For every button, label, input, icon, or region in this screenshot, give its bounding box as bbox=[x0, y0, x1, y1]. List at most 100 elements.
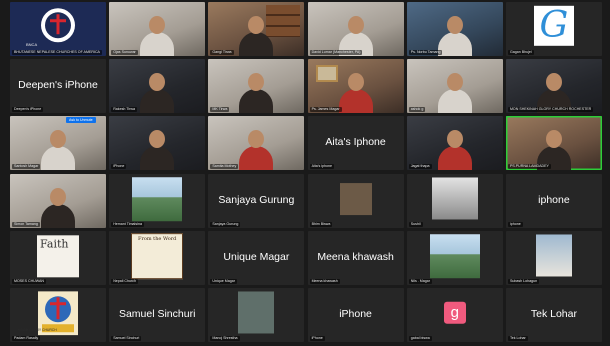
participant-tile[interactable]: Samita Mothey bbox=[208, 116, 305, 171]
participant-name-label: Jagat thapa bbox=[408, 164, 432, 170]
profile-photo bbox=[431, 177, 478, 220]
book-caption: From the Word bbox=[137, 235, 177, 242]
participant-tile-active-speaker[interactable]: PS.PURNA LAMDADEY bbox=[505, 116, 602, 171]
participant-tile[interactable]: MK Tirwa bbox=[208, 59, 305, 114]
participant-name-label: Samita Mothey bbox=[210, 164, 239, 170]
participant-tile[interactable]: Tek Lohar Tek Lohar bbox=[505, 287, 602, 342]
ask-to-unmute-badge[interactable]: Ask to Unmute bbox=[66, 117, 96, 124]
participant-name-label: Subash Lohagun bbox=[507, 278, 540, 284]
participant-tile[interactable]: Nils . Magar bbox=[406, 230, 503, 285]
participant-name-label: Deepen's iPhone bbox=[12, 107, 44, 113]
participant-name-label: Padam Rasaily bbox=[12, 335, 41, 341]
participant-video bbox=[239, 89, 274, 114]
participant-tile[interactable]: Bhim Biswa bbox=[307, 173, 404, 228]
participant-video bbox=[437, 32, 472, 56]
participant-name-label: iPhone bbox=[309, 335, 325, 341]
bookshelf bbox=[266, 5, 301, 37]
profile-photo bbox=[429, 233, 480, 278]
participant-tile[interactable]: Meena khawash Meena khawash bbox=[307, 230, 404, 285]
profile-photo bbox=[339, 182, 372, 215]
participant-tile[interactable]: David Lumar (Manchester, PA) bbox=[307, 2, 404, 56]
participant-tile[interactable]: G Gagan Bhujel bbox=[505, 2, 602, 56]
gallery-view: BNCA BHUTANESE NEPALESE CHURCHES OF AMER… bbox=[10, 2, 602, 342]
participant-tile[interactable]: From the Word Nepali Church bbox=[109, 230, 206, 285]
participant-tile[interactable]: Jagat thapa bbox=[406, 116, 503, 171]
participant-tile[interactable]: Manoj Shrestha bbox=[208, 287, 305, 342]
participant-tile[interactable]: iphone iphone bbox=[505, 173, 602, 228]
participant-name-label: PS.PURNA LAMDADEY bbox=[507, 164, 551, 170]
profile-photo: Faith bbox=[37, 235, 79, 278]
participant-display-name: Tek Lohar bbox=[530, 307, 577, 320]
participant-tile[interactable]: Aita's Iphone Aita's iphone bbox=[307, 116, 404, 171]
participant-display-name: Meena khawash bbox=[317, 250, 394, 263]
participant-video bbox=[338, 89, 373, 114]
participant-name-label: Manoj Shrestha bbox=[210, 335, 240, 341]
participant-tile[interactable]: Sanjaya Gurung Sanjaya Gurung bbox=[208, 173, 305, 228]
participant-name-label: ashok g bbox=[408, 107, 426, 113]
participant-name-label: Aita's iphone bbox=[309, 164, 335, 170]
participant-name-label: Simon Tamang bbox=[12, 221, 40, 227]
participant-name-label: Sushil bbox=[408, 221, 423, 227]
participant-tile[interactable]: ashok g bbox=[406, 59, 503, 114]
participant-name-label: Ojas Sunuwar bbox=[111, 50, 138, 55]
participant-tile[interactable]: Ps. Norbu Tamang bbox=[406, 2, 503, 56]
participant-name-label: Samuel Sinchuri bbox=[111, 335, 142, 341]
participant-name-label: BHUTANESE NEPALESE CHURCHES OF AMERICA bbox=[12, 50, 102, 55]
participant-tile[interactable]: Sushil bbox=[406, 173, 503, 228]
participant-tile[interactable]: Gangi Tirwa bbox=[208, 2, 305, 56]
participant-video bbox=[437, 146, 472, 171]
participant-name-label: Rakesh Tirwa bbox=[111, 107, 137, 113]
participant-name-label: Nils . Magar bbox=[408, 278, 432, 284]
logo-caption: BNCA bbox=[26, 42, 38, 47]
participant-name-label: David Lumar (Manchester, PA) bbox=[309, 50, 363, 55]
participant-tile[interactable]: iPhone bbox=[109, 116, 206, 171]
profile-photo bbox=[535, 234, 572, 277]
participant-tile[interactable]: Unique Magar Unique Magar bbox=[208, 230, 305, 285]
logo-caption: KINAH GLORY CHURCH bbox=[18, 327, 57, 332]
participant-name-label: Unique Magar bbox=[210, 278, 237, 284]
participant-name-label: Bhim Biswa bbox=[309, 221, 333, 227]
participant-tile[interactable]: Faith MOSES CHUWAN bbox=[10, 230, 106, 285]
participant-name-label: Tek Lohar bbox=[507, 335, 528, 341]
participant-name-label: Nepali Church bbox=[111, 278, 138, 284]
church-logo-icon bbox=[41, 8, 75, 43]
participant-name-label: gabal biswa bbox=[408, 335, 432, 341]
participant-display-name: Sanjaya Gurung bbox=[218, 193, 295, 206]
participant-tile[interactable]: Deepen's iPhone Deepen's iPhone bbox=[10, 59, 106, 114]
participant-tile[interactable]: Simon Tamang bbox=[10, 173, 106, 228]
participant-name-label: iPhone bbox=[111, 164, 127, 170]
participant-tile[interactable]: Hemant Timalsina bbox=[109, 173, 206, 228]
avatar-g-icon: G bbox=[533, 5, 574, 46]
participant-tile[interactable]: g gabal biswa bbox=[406, 287, 503, 342]
participant-display-name: Deepen's iPhone bbox=[18, 79, 98, 92]
participant-video bbox=[140, 146, 175, 171]
participant-tile[interactable]: Rakesh Tirwa bbox=[109, 59, 206, 114]
participant-tile[interactable]: Subash Lohagun bbox=[505, 230, 602, 285]
participant-video bbox=[41, 203, 75, 228]
participant-tile[interactable]: KINAH GLORY CHURCH Padam Rasaily bbox=[10, 287, 106, 342]
wall-picture bbox=[315, 65, 338, 83]
participant-tile[interactable]: Ps. James Magar bbox=[307, 59, 404, 114]
participant-display-name: iPhone bbox=[339, 307, 372, 320]
profile-photo: From the Word bbox=[131, 232, 184, 279]
participant-video bbox=[140, 32, 175, 56]
faith-text: Faith bbox=[40, 237, 69, 251]
participant-tile[interactable]: BNCA BHUTANESE NEPALESE CHURCHES OF AMER… bbox=[10, 2, 106, 56]
participant-name-label: Ps. James Magar bbox=[309, 107, 342, 113]
participant-name-label: Gagan Bhujel bbox=[507, 50, 534, 55]
profile-photo bbox=[132, 176, 183, 221]
participant-tile[interactable]: Samuel Sinchuri Samuel Sinchuri bbox=[109, 287, 206, 342]
participant-tile[interactable]: MON SHEKINAH GLORY CHURCH ROCHESTER bbox=[505, 59, 602, 114]
participant-name-label: Hemant Timalsina bbox=[111, 221, 144, 227]
participant-tile[interactable]: Ojas Sunuwar bbox=[109, 2, 206, 56]
participant-tile[interactable]: iPhone iPhone bbox=[307, 287, 404, 342]
participant-name-label: Gangi Tirwa bbox=[210, 50, 234, 55]
participant-name-label: Sanjaya Gurung bbox=[210, 221, 241, 227]
participant-name-label: MON SHEKINAH GLORY CHURCH ROCHESTER bbox=[507, 107, 594, 113]
participant-tile[interactable]: Ask to Unmute Santosh Magar bbox=[10, 116, 106, 171]
participant-name-label: MK Tirwa bbox=[210, 107, 230, 113]
participant-name-label: Ps. Norbu Tamang bbox=[408, 50, 443, 55]
participant-display-name: iphone bbox=[538, 193, 570, 206]
participant-video bbox=[140, 89, 175, 114]
participant-name-label: Meena khawash bbox=[309, 278, 340, 284]
